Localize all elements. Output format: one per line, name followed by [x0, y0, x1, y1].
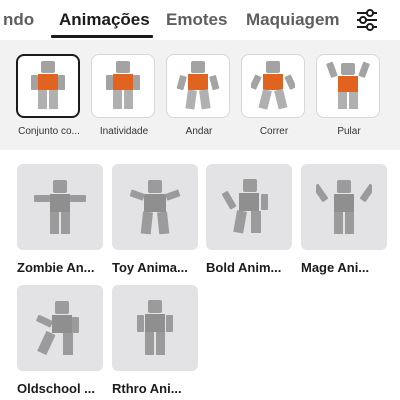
pack-label: Rthro Ani... — [112, 381, 182, 396]
pack-label: Toy Anima... — [112, 260, 188, 275]
animation-slot-row: Conjunto co... Inatividade Andar Correr … — [0, 40, 400, 150]
slot-label: Andar — [185, 126, 213, 137]
avatar-running-icon — [251, 61, 295, 110]
pack-oldschool[interactable]: Oldschool ... — [17, 285, 103, 396]
pack-toy[interactable]: Toy Anima... — [112, 164, 198, 275]
pack-label: Zombie An... — [17, 260, 95, 275]
slot-thumbnail — [166, 54, 230, 118]
avatar-mage-icon — [316, 180, 372, 234]
avatar-bold-icon — [221, 179, 268, 234]
sliders-icon — [357, 9, 377, 31]
pack-label: Mage Ani... — [301, 260, 370, 275]
active-tab-indicator — [51, 35, 153, 38]
pack-label: Oldschool ... — [17, 381, 96, 396]
avatar-rthro-icon — [137, 300, 173, 355]
avatar-zombie-icon — [34, 180, 86, 234]
slot-label: Correr — [259, 126, 289, 137]
avatar-orange-icon — [106, 61, 140, 109]
pack-thumbnail — [112, 164, 198, 250]
slot-thumbnail — [91, 54, 155, 118]
pack-thumbnail — [17, 285, 103, 371]
pack-bold[interactable]: Bold Anim... — [206, 164, 292, 275]
avatar-walking-icon — [176, 61, 220, 110]
slot-label: Inatividade — [99, 126, 149, 137]
pack-zombie[interactable]: Zombie An... — [17, 164, 103, 275]
slot-pular[interactable]: Pular — [316, 54, 382, 137]
slot-thumbnail — [241, 54, 305, 118]
tab-emotes[interactable]: Emotes — [166, 10, 227, 30]
pack-thumbnail — [17, 164, 103, 250]
filter-button[interactable] — [352, 6, 382, 34]
pack-thumbnail — [206, 164, 292, 250]
slot-inatividade[interactable]: Inatividade — [91, 54, 157, 137]
tab-makeup[interactable]: Maquiagem — [246, 10, 340, 30]
tab-previous-partial[interactable]: ndo — [3, 10, 34, 30]
slot-thumbnail — [16, 54, 80, 118]
slot-label: Conjunto co... — [18, 126, 80, 137]
avatar-jumping-icon — [326, 61, 370, 109]
pack-mage[interactable]: Mage Ani... — [301, 164, 387, 275]
category-tab-bar: ndo Animações Emotes Maquiagem — [0, 0, 400, 40]
pack-thumbnail — [301, 164, 387, 250]
avatar-orange-icon — [31, 61, 65, 109]
slot-conjunto[interactable]: Conjunto co... — [16, 54, 82, 137]
tab-animations[interactable]: Animações — [59, 10, 150, 30]
avatar-oldschool-icon — [36, 301, 79, 356]
pack-thumbnail — [112, 285, 198, 371]
slot-label: Pular — [337, 126, 361, 137]
slot-thumbnail — [316, 54, 380, 118]
slot-andar[interactable]: Andar — [166, 54, 232, 137]
slot-correr[interactable]: Correr — [241, 54, 307, 137]
pack-rthro[interactable]: Rthro Ani... — [112, 285, 198, 396]
avatar-toy-icon — [129, 180, 181, 235]
pack-label: Bold Anim... — [206, 260, 282, 275]
